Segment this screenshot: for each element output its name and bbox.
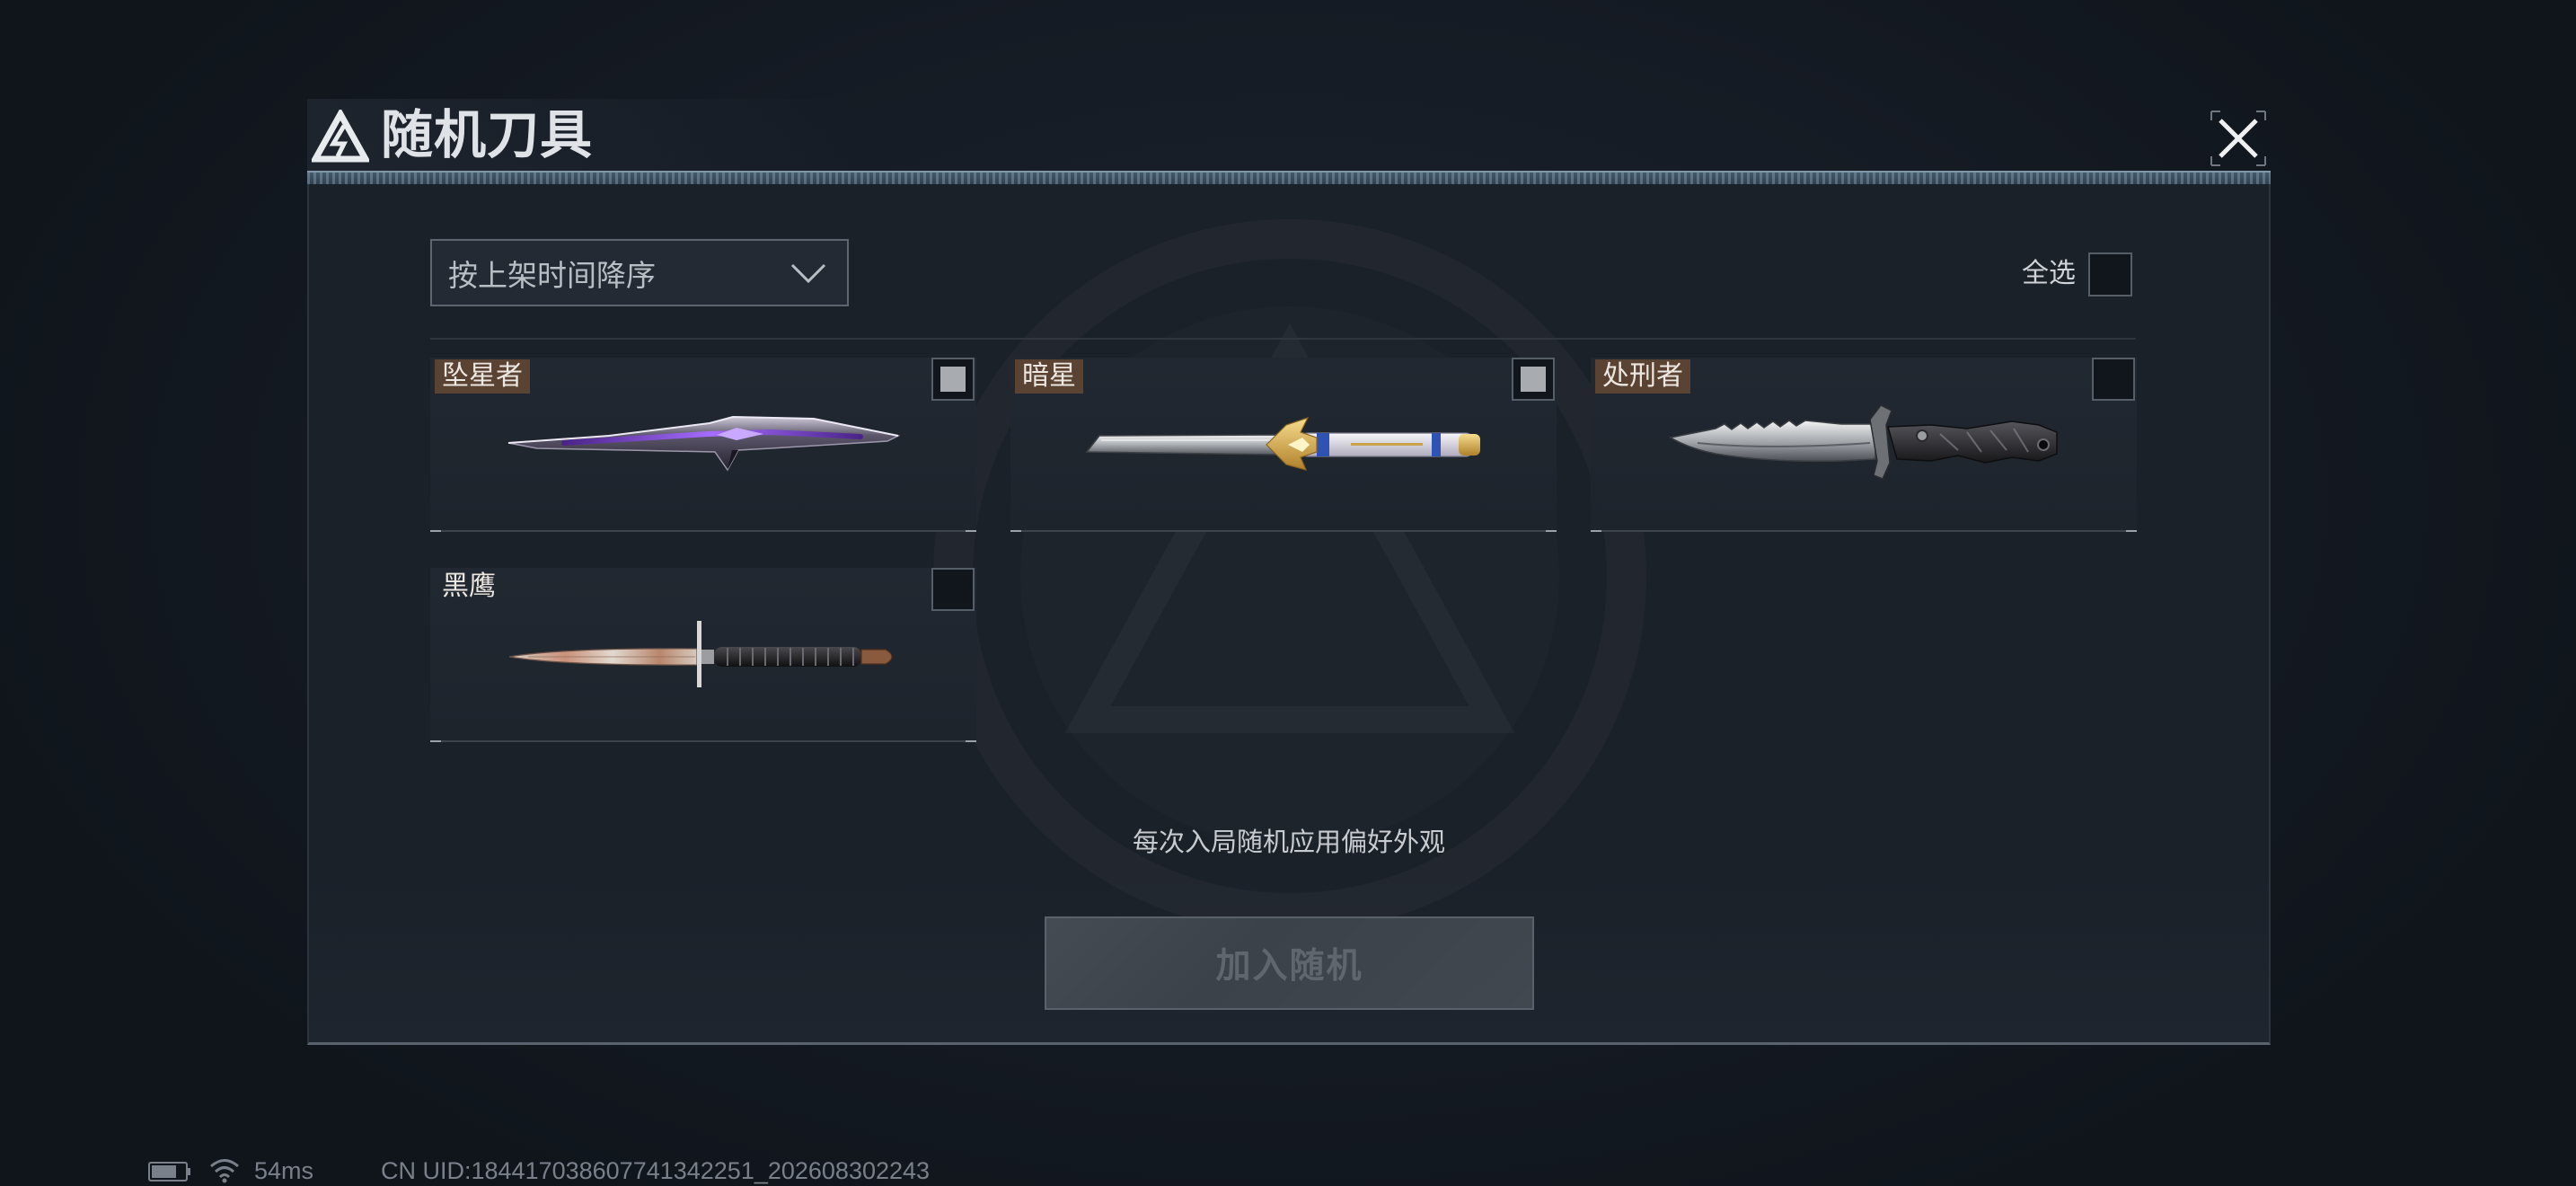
select-all-label: 全选 bbox=[2022, 258, 2076, 289]
wifi-icon bbox=[210, 1159, 239, 1183]
knife-name-tag: 处刑者 bbox=[1595, 359, 1690, 394]
knife-checkbox[interactable] bbox=[931, 358, 975, 401]
close-icon[interactable] bbox=[2208, 108, 2269, 169]
knife-image-purple-star-dagger bbox=[507, 415, 901, 472]
battery-icon bbox=[148, 1162, 190, 1182]
knife-card[interactable]: 坠星者 bbox=[430, 358, 976, 532]
sort-dropdown[interactable]: 按上架时间降序 bbox=[430, 239, 849, 306]
checkbox-mark bbox=[2097, 261, 2122, 287]
close-button[interactable] bbox=[2208, 108, 2269, 169]
knife-name-tag: 暗星 bbox=[1015, 359, 1083, 394]
knife-card[interactable]: 处刑者 bbox=[1591, 358, 2137, 532]
checkbox-mark bbox=[1521, 367, 1546, 392]
knife-name-tag: 黑鹰 bbox=[442, 571, 496, 602]
triangle-logo-icon bbox=[312, 110, 369, 163]
knife-checkbox[interactable] bbox=[2092, 358, 2135, 401]
random-knife-dialog: 按上架时间降序 全选 坠星者 暗星 处刑者 黑鹰 每次入局随机应用偏好外观 加入… bbox=[307, 184, 2271, 1045]
add-to-random-button[interactable]: 加入随机 bbox=[1045, 916, 1534, 1010]
modal-header: 随机刀具 bbox=[307, 99, 2271, 171]
select-all-checkbox[interactable] bbox=[2088, 252, 2132, 296]
knife-card[interactable]: 黑鹰 bbox=[430, 568, 976, 742]
status-bar: 54ms CN UID:184417038607741342251_202608… bbox=[0, 1155, 2576, 1184]
divider bbox=[430, 338, 2136, 340]
modal-top-stripe bbox=[307, 171, 2271, 184]
modal-title: 随机刀具 bbox=[381, 104, 594, 165]
sort-dropdown-value: 按上架时间降序 bbox=[448, 257, 656, 293]
screen: 随机刀具 按上架时间降序 全选 坠星者 暗星 处刑者 黑鹰 每次入局随机应用偏好… bbox=[0, 0, 2576, 1186]
hint-text: 每次入局随机应用偏好外观 bbox=[1132, 827, 1445, 857]
checkbox-mark bbox=[2101, 367, 2126, 392]
checkbox-mark bbox=[940, 577, 966, 602]
knife-checkbox[interactable] bbox=[1512, 358, 1555, 401]
checkbox-mark bbox=[940, 367, 966, 392]
chevron-down-icon[interactable] bbox=[790, 262, 827, 284]
ping-text: 54ms bbox=[254, 1157, 314, 1184]
battery-fill bbox=[152, 1165, 176, 1178]
knife-image-silver-gold-winged-blade bbox=[1085, 416, 1480, 471]
select-all-toggle[interactable]: 全选 bbox=[1989, 252, 2132, 296]
knife-name-tag: 坠星者 bbox=[435, 359, 530, 394]
knife-image-black-handle-dagger bbox=[508, 621, 893, 687]
knife-card[interactable]: 暗星 bbox=[1010, 358, 1557, 532]
knife-checkbox[interactable] bbox=[931, 568, 975, 611]
uid-text: CN UID:184417038607741342251_20260830224… bbox=[381, 1157, 931, 1184]
knife-image-serrated-combat-knife bbox=[1668, 404, 2058, 480]
